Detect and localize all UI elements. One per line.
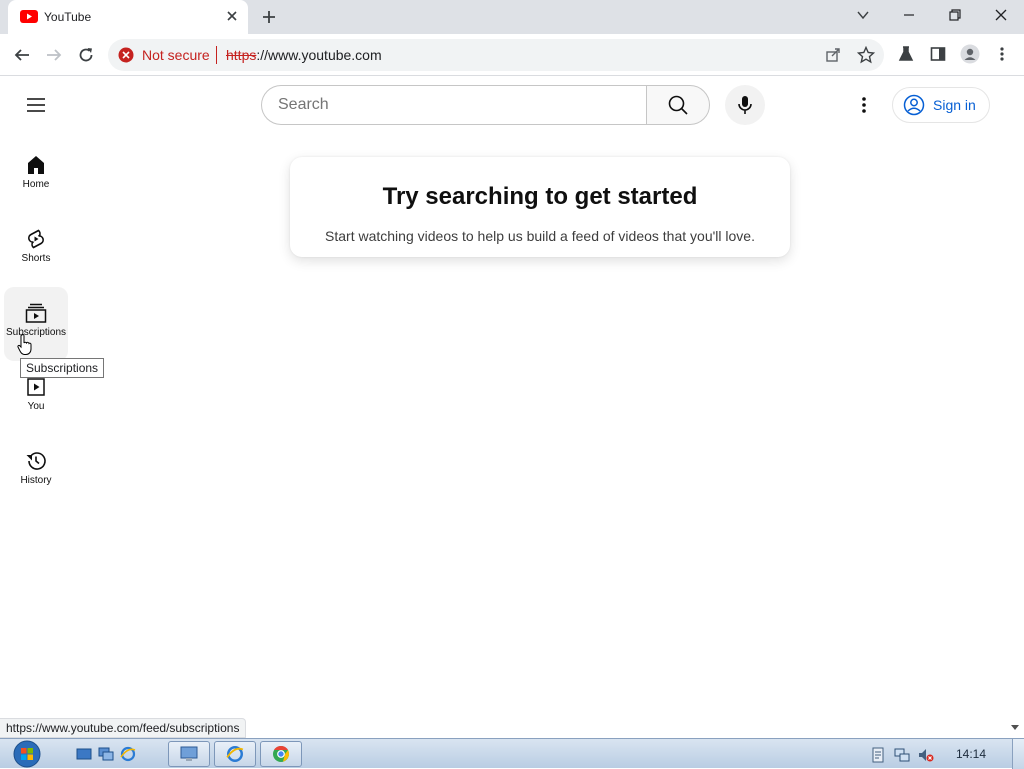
network-icon[interactable]	[894, 747, 910, 763]
guide-item-home[interactable]: Home	[4, 139, 68, 213]
profile-avatar-icon	[960, 44, 980, 64]
not-secure-icon[interactable]	[118, 47, 134, 63]
volume-muted-icon[interactable]	[918, 747, 934, 763]
subscriptions-icon	[25, 303, 47, 323]
more-vertical-icon	[862, 97, 866, 113]
taskbar-app-chrome[interactable]	[260, 741, 302, 767]
status-bar-url: https://www.youtube.com/feed/subscriptio…	[0, 718, 247, 738]
chrome-menu-button[interactable]	[992, 44, 1012, 64]
tab-search-button[interactable]	[840, 0, 886, 30]
guide-label-shorts: Shorts	[21, 253, 51, 264]
taskbar-app-ie[interactable]	[214, 741, 256, 767]
prompt-title: Try searching to get started	[382, 183, 698, 210]
reload-icon	[79, 48, 93, 62]
restore-icon	[949, 9, 961, 21]
you-icon	[27, 378, 45, 396]
address-bar[interactable]: Not secure https://www.youtube.com	[108, 39, 884, 71]
url-host: ://www.youtube.com	[256, 47, 382, 63]
more-vertical-icon	[1000, 47, 1004, 61]
forward-button[interactable]	[42, 43, 66, 67]
minimize-button[interactable]	[886, 0, 932, 30]
switch-windows-icon[interactable]	[98, 746, 114, 762]
action-center-icon[interactable]	[870, 747, 886, 763]
windows-taskbar: 14:14	[0, 738, 1024, 769]
youtube-favicon-icon	[20, 10, 38, 23]
tab-title: YouTube	[44, 10, 92, 24]
restore-button[interactable]	[932, 0, 978, 30]
security-label[interactable]: Not secure	[142, 47, 210, 63]
internet-explorer-icon	[226, 746, 244, 762]
show-desktop-quicklaunch-icon[interactable]	[76, 746, 92, 762]
share-icon[interactable]	[824, 46, 842, 64]
tooltip: Subscriptions	[20, 358, 105, 378]
microphone-icon	[738, 96, 752, 114]
chevron-down-icon	[857, 11, 869, 20]
search-button[interactable]	[646, 85, 710, 125]
back-arrow-icon	[14, 49, 29, 61]
tab-youtube[interactable]: YouTube	[8, 0, 248, 34]
browser-toolbar: Not secure https://www.youtube.com	[0, 34, 1024, 76]
guide-label-subscriptions: Subscriptions	[5, 327, 67, 338]
close-icon	[995, 9, 1007, 21]
profile-button[interactable]	[960, 44, 980, 64]
forward-arrow-icon	[47, 49, 62, 61]
close-window-button[interactable]	[978, 0, 1024, 30]
internet-explorer-icon[interactable]	[120, 746, 136, 762]
shorts-icon	[28, 229, 44, 249]
new-tab-icon[interactable]	[260, 8, 278, 26]
start-button-icon[interactable]	[8, 739, 46, 769]
control-panel-icon	[180, 746, 198, 761]
url-text[interactable]: https://www.youtube.com	[226, 47, 382, 63]
taskbar-clock[interactable]: 14:14	[956, 747, 986, 761]
side-panel-icon	[930, 47, 946, 61]
hamburger-menu-icon[interactable]	[24, 93, 48, 117]
voice-search-button[interactable]	[725, 85, 765, 125]
hand-cursor-icon	[17, 333, 32, 355]
prompt-subtitle: Start watching videos to help us build a…	[325, 228, 755, 244]
empty-feed-prompt: Try searching to get started Start watch…	[290, 157, 790, 257]
search-box[interactable]	[261, 85, 647, 125]
youtube-page: Sign in Home Shorts Subscriptions You Hi…	[0, 77, 1024, 738]
back-button[interactable]	[10, 43, 34, 67]
history-icon	[26, 452, 46, 470]
account-circle-icon	[903, 94, 925, 116]
search-icon	[668, 95, 688, 115]
side-panel-button[interactable]	[928, 44, 948, 64]
guide-item-subscriptions[interactable]: Subscriptions	[4, 287, 68, 361]
show-desktop-button[interactable]	[1012, 739, 1024, 769]
scroll-down-arrow-icon[interactable]	[1010, 724, 1020, 732]
tab-strip: YouTube	[0, 0, 1024, 34]
taskbar-app-control-panel[interactable]	[168, 741, 210, 767]
flask-extension-icon	[898, 46, 914, 61]
bookmark-star-icon[interactable]	[857, 46, 875, 64]
guide-item-shorts[interactable]: Shorts	[4, 213, 68, 287]
guide-label-history: History	[20, 475, 52, 486]
home-icon	[28, 156, 44, 174]
url-scheme: https	[226, 47, 257, 63]
sign-in-button[interactable]: Sign in	[892, 87, 990, 123]
close-tab-icon[interactable]	[224, 8, 240, 24]
guide-label-you: You	[27, 401, 45, 412]
extensions-button[interactable]	[896, 44, 916, 64]
minimize-icon	[904, 14, 914, 16]
sign-in-label: Sign in	[933, 97, 976, 113]
settings-menu-button[interactable]	[852, 93, 876, 117]
guide-item-history[interactable]: History	[4, 435, 68, 509]
chrome-icon	[273, 745, 289, 762]
search-input[interactable]	[278, 96, 628, 114]
guide-label-home: Home	[22, 179, 50, 190]
omnibox-separator	[216, 46, 217, 64]
reload-button[interactable]	[74, 43, 98, 67]
